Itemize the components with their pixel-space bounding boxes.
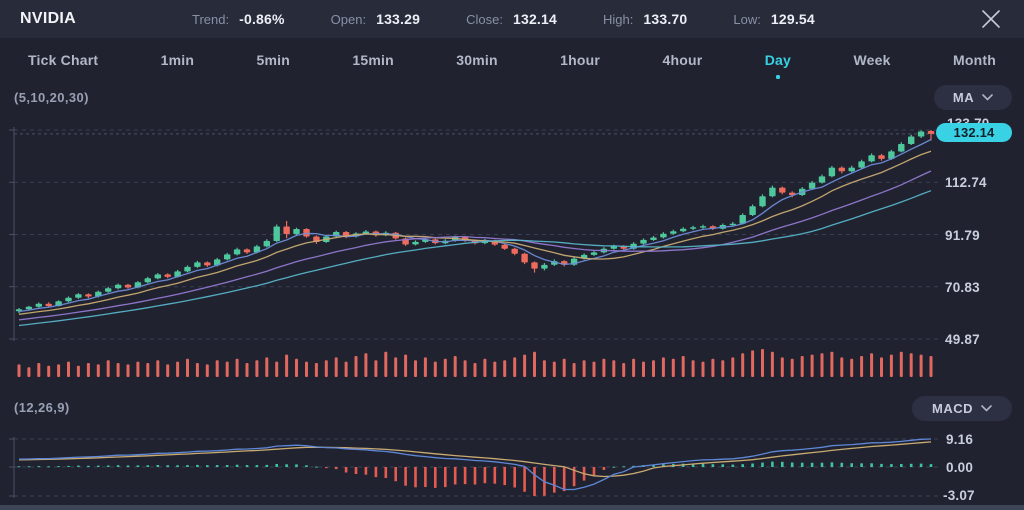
main-left-axis (9, 127, 15, 341)
macd-axis-label-max: 9.16 (946, 432, 974, 447)
macd-selector-label: MACD (932, 401, 973, 416)
macd-panel (9, 437, 938, 498)
ma-line-ma30 (18, 190, 932, 327)
price-axis-label-3: 70.83 (945, 280, 980, 295)
price-axis-label-2: 91.79 (945, 228, 980, 243)
ma-lines (18, 138, 932, 327)
price-axis-label-4: 49.87 (945, 332, 980, 347)
macd-indicator-selector[interactable]: MACD (912, 396, 1012, 421)
price-chart-canvas[interactable] (0, 0, 1024, 510)
macd-axis-label-zero: 0.00 (946, 460, 974, 475)
bottom-scroll-track[interactable] (0, 505, 1024, 510)
macd-histogram (17, 461, 933, 496)
volume-series (17, 349, 933, 377)
price-axis-label-1: 112.74 (945, 175, 987, 190)
current-price-badge: 132.14 (936, 123, 1012, 142)
macd-params-label: (12,26,9) (14, 400, 70, 415)
macd-axis-label-min: -3.07 (943, 488, 975, 503)
ma-line-ma10 (18, 150, 932, 315)
candlestick-series (15, 130, 935, 314)
chevron-down-icon (981, 405, 992, 412)
ma-line-ma5 (18, 138, 932, 313)
stock-chart-window: NVIDIA Trend: -0.86% Open: 133.29 Close:… (0, 0, 1024, 510)
